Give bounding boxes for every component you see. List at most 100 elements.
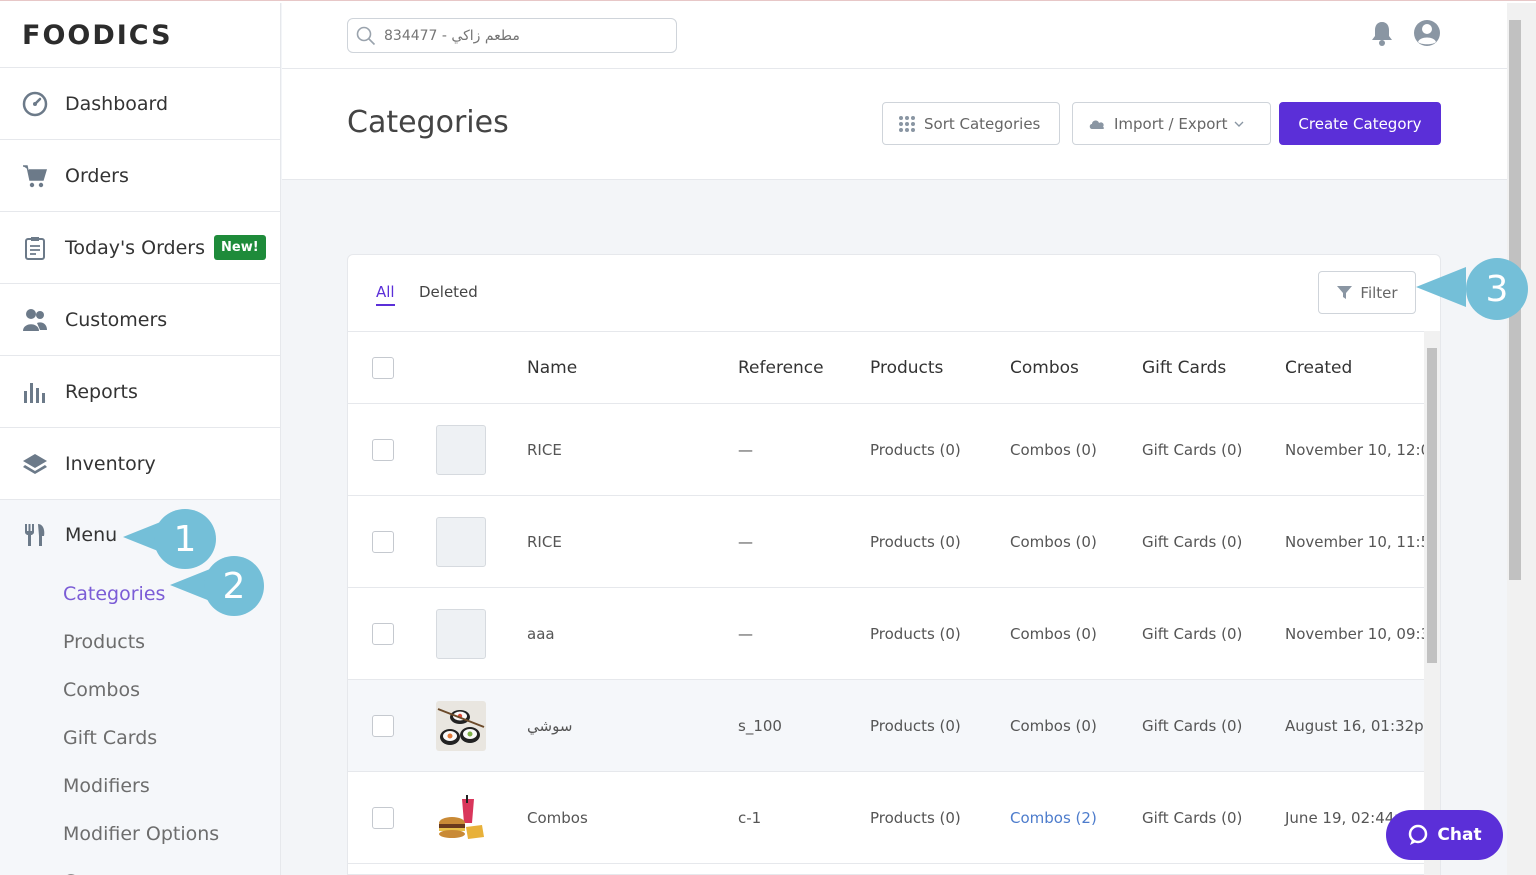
categories-card: All Deleted Filter Name Reference Produc…	[347, 254, 1441, 875]
user-avatar-icon[interactable]	[1412, 18, 1442, 48]
tabs-bar: All Deleted Filter	[348, 255, 1440, 332]
select-all-checkbox[interactable]	[372, 356, 394, 379]
sidebar-item-label: Menu	[65, 524, 118, 546]
tab-all[interactable]: All	[376, 283, 395, 306]
sidebar-item-label: Orders	[65, 164, 129, 187]
row-products: Products (0)	[870, 808, 961, 827]
chat-bubble-icon	[1409, 824, 1428, 845]
sidebar-item-customers[interactable]: Customers	[0, 284, 280, 356]
customers-icon	[22, 307, 48, 333]
callout-3-pointer	[1416, 267, 1466, 307]
tab-deleted[interactable]: Deleted	[419, 283, 478, 301]
cart-icon	[22, 163, 48, 189]
filter-icon	[1337, 286, 1353, 299]
table-row[interactable]: RICE — Products (0) Combos (0) Gift Card…	[348, 404, 1425, 496]
dashboard-icon	[22, 91, 48, 117]
sidebar-subitem-modifier-options[interactable]: Modifier Options	[0, 810, 280, 858]
row-products: Products (0)	[870, 624, 961, 643]
clipboard-icon	[22, 235, 48, 261]
search-input[interactable]	[384, 27, 654, 44]
table-scrollbar[interactable]	[1424, 331, 1440, 875]
row-checkbox[interactable]	[372, 530, 394, 553]
row-checkbox[interactable]	[372, 438, 394, 461]
filter-button[interactable]: Filter	[1318, 271, 1416, 314]
sidebar-item-label: Reports	[65, 380, 138, 403]
search-icon	[356, 26, 376, 45]
chevron-down-icon	[1235, 121, 1244, 127]
row-name: RICE	[527, 440, 562, 459]
row-combos: Combos (0)	[1010, 532, 1097, 551]
column-header-reference[interactable]: Reference	[738, 358, 824, 378]
page-header: Categories Sort Categories Import / Expo…	[282, 69, 1507, 180]
sort-categories-button[interactable]: Sort Categories	[882, 102, 1060, 145]
row-created: November 10, 11:5C	[1285, 532, 1425, 551]
brand-logo[interactable]: FOODICS	[0, 3, 280, 68]
sidebar-item-reports[interactable]: Reports	[0, 356, 280, 428]
column-header-gift-cards[interactable]: Gift Cards	[1142, 358, 1226, 378]
sidebar-subitem-combos[interactable]: Combos	[0, 666, 280, 714]
search-box[interactable]	[347, 18, 677, 53]
column-header-products[interactable]: Products	[870, 358, 943, 378]
combo-meal-image	[436, 792, 486, 843]
row-reference: s_100	[738, 716, 782, 735]
row-combos-link[interactable]: Combos (2)	[1010, 809, 1097, 827]
sidebar: FOODICS Dashboard Orders Today's Orders …	[0, 3, 281, 875]
sidebar-item-inventory[interactable]: Inventory	[0, 428, 280, 500]
bell-icon[interactable]	[1367, 18, 1397, 48]
table-header: Name Reference Products Combos Gift Card…	[348, 332, 1425, 404]
callout-3: 3	[1466, 258, 1528, 320]
row-created: August 16, 01:32pm	[1285, 716, 1425, 735]
row-gift-cards: Gift Cards (0)	[1142, 532, 1243, 551]
sidebar-subitem-gift-cards[interactable]: Gift Cards	[0, 714, 280, 762]
row-name: RICE	[527, 532, 562, 551]
category-image-placeholder	[436, 424, 486, 475]
row-reference: —	[738, 624, 753, 643]
chat-button[interactable]: Chat	[1386, 810, 1503, 860]
row-reference: —	[738, 532, 753, 551]
row-products: Products (0)	[870, 716, 961, 735]
sidebar-item-dashboard[interactable]: Dashboard	[0, 68, 280, 140]
fork-knife-icon	[22, 522, 48, 548]
sidebar-subitem-products[interactable]: Products	[0, 618, 280, 666]
callout-2: 2	[204, 556, 264, 616]
row-checkbox[interactable]	[372, 714, 394, 737]
table-row[interactable]: RICE — Products (0) Combos (0) Gift Card…	[348, 496, 1425, 588]
row-created: November 10, 12:0	[1285, 440, 1425, 459]
grid-icon	[899, 115, 915, 132]
row-combos: Combos (0)	[1010, 440, 1097, 459]
sidebar-subitem-modifiers[interactable]: Modifiers	[0, 762, 280, 810]
column-header-combos[interactable]: Combos	[1010, 358, 1079, 378]
top-header	[282, 3, 1507, 69]
row-checkbox[interactable]	[372, 622, 394, 645]
page-scrollbar[interactable]	[1507, 3, 1536, 875]
row-checkbox[interactable]	[372, 806, 394, 829]
sort-categories-label: Sort Categories	[924, 114, 1041, 133]
cloud-icon	[1089, 119, 1105, 129]
row-created: June 19, 02:44p	[1285, 808, 1404, 827]
table-row[interactable]: aaa — Products (0) Combos (0) Gift Cards…	[348, 588, 1425, 680]
reports-icon	[22, 379, 48, 405]
create-category-button[interactable]: Create Category	[1279, 102, 1441, 145]
new-badge: New!	[214, 235, 266, 260]
row-gift-cards: Gift Cards (0)	[1142, 624, 1243, 643]
column-header-name[interactable]: Name	[527, 358, 577, 378]
row-combos: Combos (0)	[1010, 716, 1097, 735]
categories-table: Name Reference Products Combos Gift Card…	[348, 332, 1425, 874]
page-title: Categories	[347, 105, 509, 140]
filter-label: Filter	[1360, 283, 1398, 302]
row-gift-cards: Gift Cards (0)	[1142, 440, 1243, 459]
sidebar-item-todays-orders[interactable]: Today's Orders New!	[0, 212, 280, 284]
sidebar-item-orders[interactable]: Orders	[0, 140, 280, 212]
row-products: Products (0)	[870, 440, 961, 459]
table-row[interactable]: سوشي s_100 Products (0) Combos (0) Gift …	[348, 680, 1425, 772]
column-header-created[interactable]: Created	[1285, 358, 1352, 378]
category-image-placeholder	[436, 516, 486, 567]
row-combos: Combos (0)	[1010, 624, 1097, 643]
sidebar-item-label: Inventory	[65, 452, 156, 475]
sidebar-subitem-groups[interactable]: Groups	[0, 858, 280, 875]
row-reference: c-1	[738, 808, 762, 827]
row-products: Products (0)	[870, 532, 961, 551]
table-scrollbar-thumb[interactable]	[1427, 348, 1437, 663]
import-export-button[interactable]: Import / Export	[1072, 102, 1271, 145]
table-row[interactable]: Combos c-1 Products (0) Combos (2) Gift …	[348, 772, 1425, 864]
